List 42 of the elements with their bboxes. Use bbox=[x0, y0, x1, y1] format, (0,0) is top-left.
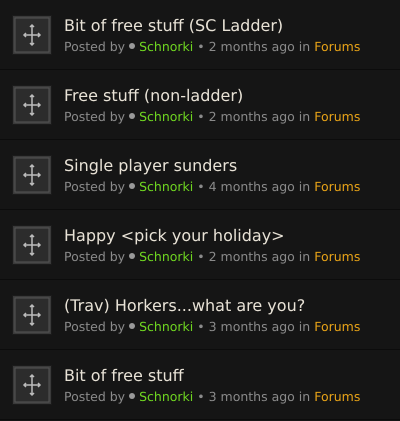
post-time: • 2 months ago in bbox=[197, 38, 310, 54]
author-link[interactable]: Schnorki bbox=[139, 388, 194, 404]
posted-by-label: Posted by bbox=[64, 108, 126, 124]
forum-link[interactable]: Forums bbox=[314, 108, 360, 124]
author-link[interactable]: Schnorki bbox=[139, 108, 194, 124]
posted-by-label: Posted by bbox=[64, 248, 126, 264]
forum-link[interactable]: Forums bbox=[314, 38, 360, 54]
status-dot-icon bbox=[129, 253, 136, 259]
cross-icon bbox=[12, 14, 52, 54]
cross-icon bbox=[12, 364, 52, 404]
cross-icon bbox=[12, 154, 52, 194]
posted-by-label: Posted by bbox=[64, 388, 126, 404]
post-title[interactable]: Bit of free stuff (SC Ladder) bbox=[64, 16, 360, 34]
forum-link[interactable]: Forums bbox=[314, 318, 360, 334]
author-link[interactable]: Schnorki bbox=[139, 318, 194, 334]
forum-link[interactable]: Forums bbox=[314, 388, 360, 404]
status-dot-icon bbox=[129, 43, 136, 49]
posted-by-label: Posted by bbox=[64, 318, 126, 334]
post-title[interactable]: Bit of free stuff bbox=[64, 366, 360, 384]
forum-link[interactable]: Forums bbox=[314, 248, 360, 264]
status-dot-icon bbox=[129, 183, 136, 189]
post-title[interactable]: Happy <pick your holiday> bbox=[64, 226, 360, 244]
post-time: • 3 months ago in bbox=[197, 318, 310, 334]
posted-by-label: Posted by bbox=[64, 178, 126, 194]
post-time: • 3 months ago in bbox=[197, 388, 310, 404]
author-link[interactable]: Schnorki bbox=[139, 178, 194, 194]
post-title[interactable]: Single player sunders bbox=[64, 156, 360, 174]
post-time: • 4 months ago in bbox=[197, 178, 310, 194]
cross-icon bbox=[12, 294, 52, 334]
author-link[interactable]: Schnorki bbox=[139, 38, 194, 54]
status-dot-icon bbox=[129, 323, 136, 329]
status-dot-icon bbox=[129, 393, 136, 399]
post-time: • 2 months ago in bbox=[197, 108, 310, 124]
cross-icon bbox=[12, 84, 52, 124]
forum-link[interactable]: Forums bbox=[314, 178, 360, 194]
posted-by-label: Posted by bbox=[64, 38, 126, 54]
author-link[interactable]: Schnorki bbox=[139, 248, 194, 264]
post-title[interactable]: Free stuff (non-ladder) bbox=[64, 86, 360, 104]
post-time: • 2 months ago in bbox=[197, 248, 310, 264]
cross-icon bbox=[12, 224, 52, 264]
post-title[interactable]: (Trav) Horkers...what are you? bbox=[64, 296, 360, 314]
status-dot-icon bbox=[129, 113, 136, 119]
